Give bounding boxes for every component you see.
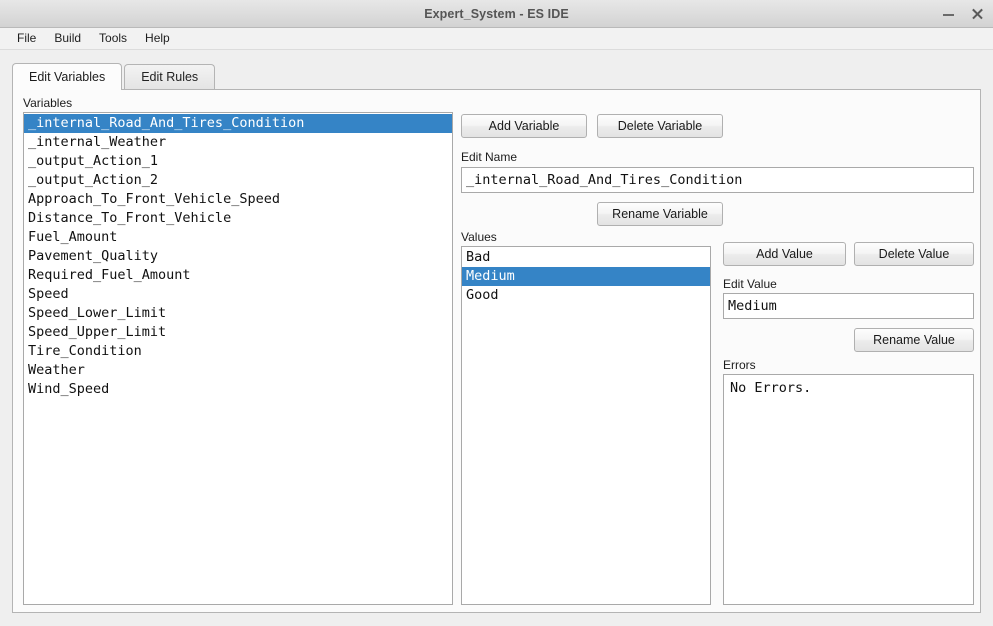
value-list-item[interactable]: Good [462,286,710,305]
variable-list-item[interactable]: Weather [24,361,452,380]
edit-value-input[interactable]: Medium [723,293,974,319]
menu-item-build[interactable]: Build [45,29,90,48]
variable-list-item[interactable]: _internal_Road_And_Tires_Condition [24,114,452,133]
delete-variable-button[interactable]: Delete Variable [597,114,723,138]
variables-label: Variables [23,96,73,110]
window-controls [941,0,985,27]
variable-list-item[interactable]: Required_Fuel_Amount [24,266,452,285]
edit-variables-panel: Variables _internal_Road_And_Tires_Condi… [12,89,981,613]
value-list-item[interactable]: Bad [462,248,710,267]
tab-edit-variables[interactable]: Edit Variables [12,63,123,90]
add-value-button[interactable]: Add Value [723,242,846,266]
title-bar: Expert_System - ES IDE [0,0,993,28]
variable-list-item[interactable]: Distance_To_Front_Vehicle [24,209,452,228]
tab-edit-rules[interactable]: Edit Rules [124,64,216,89]
variables-listbox[interactable]: _internal_Road_And_Tires_Condition _inter… [23,112,453,605]
close-icon[interactable] [970,6,985,21]
variable-list-item[interactable]: Pavement_Quality [24,247,452,266]
variable-list-item[interactable]: Approach_To_Front_Vehicle_Speed [24,190,452,209]
delete-value-button[interactable]: Delete Value [854,242,974,266]
value-list-item[interactable]: Medium [462,267,710,286]
variable-list-item[interactable]: Tire_Condition [24,342,452,361]
application-window: Expert_System - ES IDE File Build Tools … [0,0,993,626]
variable-list-item[interactable]: _internal_Weather [24,133,452,152]
menu-item-file[interactable]: File [8,29,45,48]
rename-value-button[interactable]: Rename Value [854,328,974,352]
menu-bar: File Build Tools Help [0,28,993,50]
values-label: Values [461,230,497,244]
menu-item-tools[interactable]: Tools [90,29,136,48]
menu-item-help[interactable]: Help [136,29,179,48]
edit-value-label: Edit Value [723,277,777,291]
edit-name-label: Edit Name [461,150,518,164]
variable-list-item[interactable]: Wind_Speed [24,380,452,399]
edit-name-input[interactable]: _internal_Road_And_Tires_Condition [461,167,974,193]
variable-list-item[interactable]: Speed [24,285,452,304]
variable-list-item[interactable]: _output_Action_2 [24,171,452,190]
values-listbox[interactable]: Bad Medium Good [461,246,711,605]
variable-list-item[interactable]: _output_Action_1 [24,152,452,171]
rename-variable-button[interactable]: Rename Variable [597,202,723,226]
errors-label: Errors [723,358,756,372]
window-title: Expert_System - ES IDE [424,6,569,21]
variable-list-item[interactable]: Speed_Upper_Limit [24,323,452,342]
tab-bar: Edit Variables Edit Rules [12,61,993,90]
variable-list-item[interactable]: Fuel_Amount [24,228,452,247]
errors-output: No Errors. [723,374,974,605]
variable-list-item[interactable]: Speed_Lower_Limit [24,304,452,323]
add-variable-button[interactable]: Add Variable [461,114,587,138]
minimize-icon[interactable] [941,6,956,21]
